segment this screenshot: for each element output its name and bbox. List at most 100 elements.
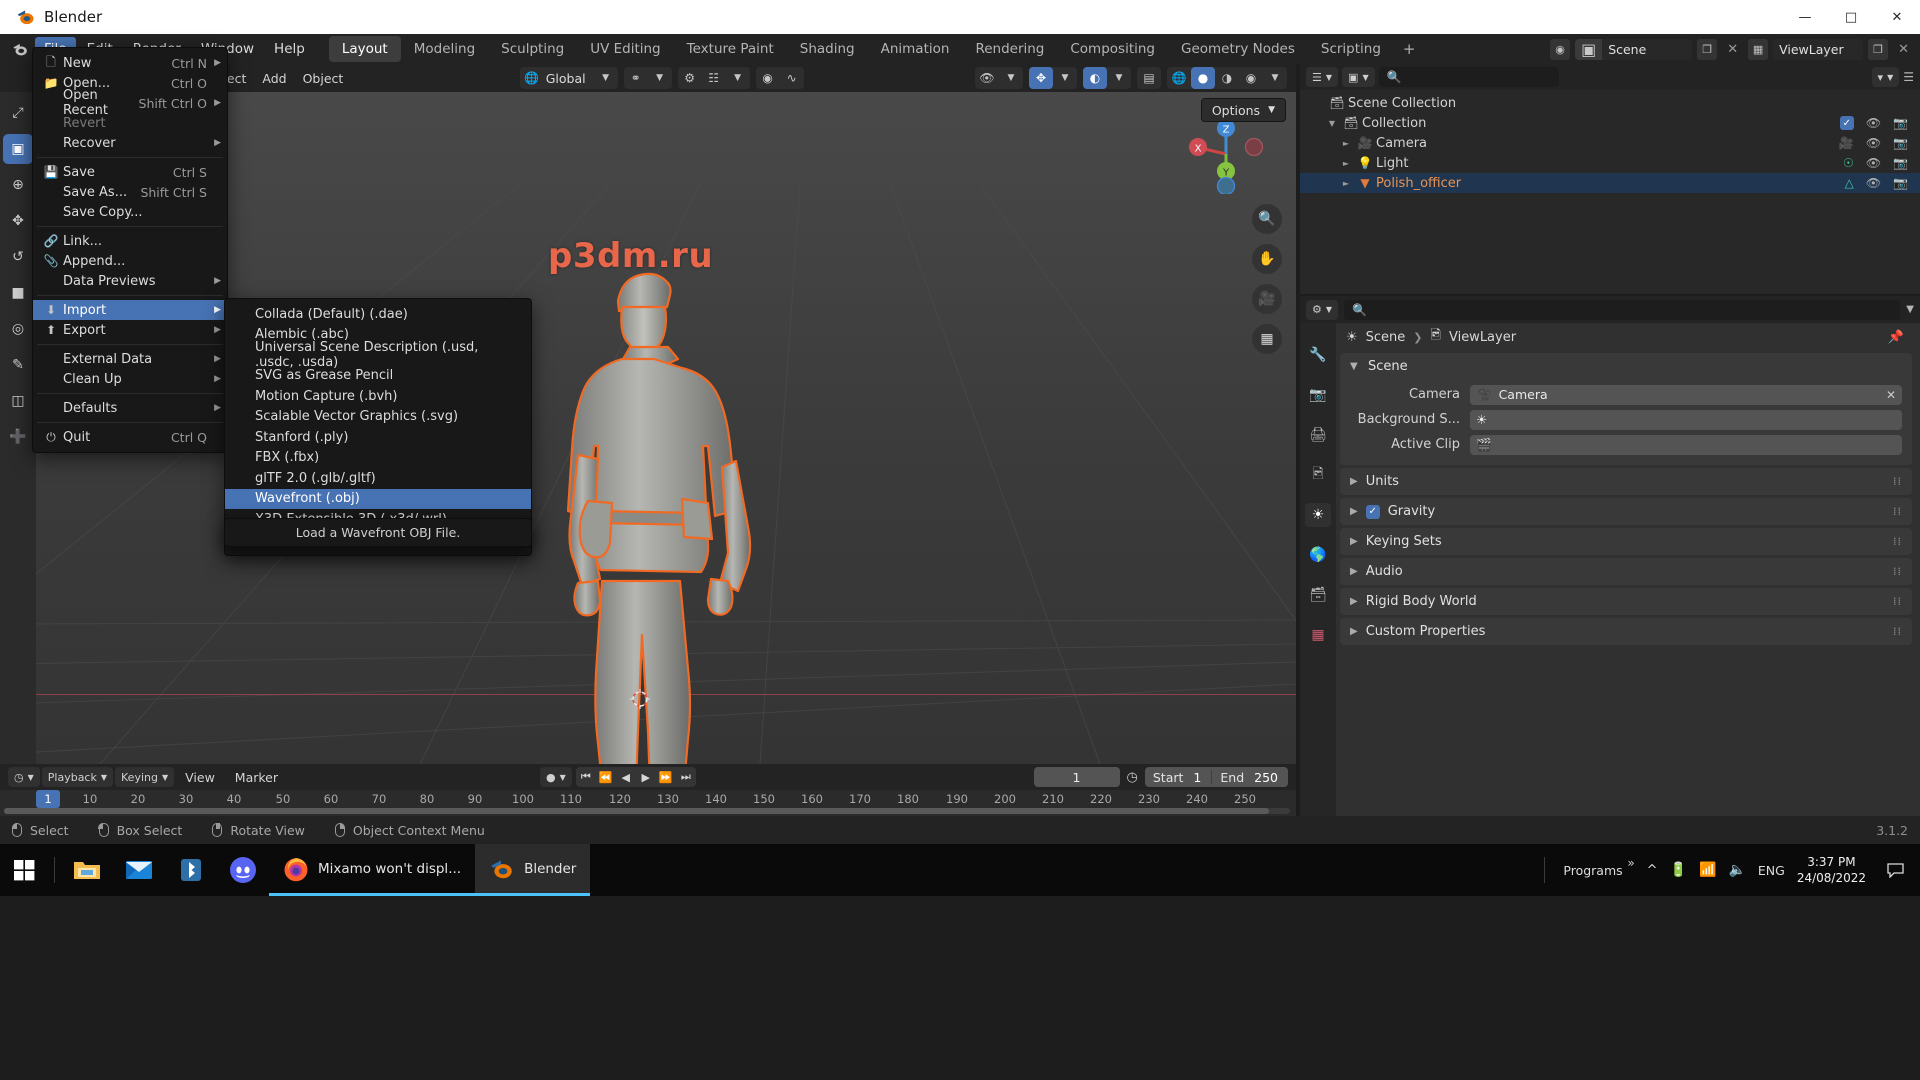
- prev-keyframe-icon[interactable]: ⏪: [596, 771, 616, 784]
- workspace-tab-layout[interactable]: Layout: [329, 36, 401, 62]
- properties-editor[interactable]: ⚙ ▼ 🔍 ▼ 🔧 📷 🖨 🖻 ☀ 🌎 🗃 ▦ ☀ Scene ❯ 🖻: [1300, 296, 1920, 816]
- panel-drag-handle[interactable]: ⁞⁞: [1893, 475, 1902, 488]
- tool-cursor-icon[interactable]: ⊕: [3, 170, 33, 200]
- pan-hand-icon[interactable]: ✋: [1252, 244, 1282, 274]
- panel-drag-handle[interactable]: ⁞⁞: [1893, 595, 1902, 608]
- start-frame-value[interactable]: 1: [1191, 770, 1211, 785]
- current-frame-field[interactable]: 1: [1034, 767, 1120, 787]
- camera-field-input[interactable]: 🎥 Camera ✕: [1470, 385, 1902, 405]
- pin-icon[interactable]: 📌: [1888, 330, 1910, 345]
- collection-checkbox[interactable]: ✓: [1840, 116, 1854, 130]
- viewport-menu-add[interactable]: Add: [254, 68, 294, 89]
- outliner-editor[interactable]: ☰ ▼ ▣ ▼ 🔍 ▾ ▼ ☰ 🗃 Scene Collection: [1300, 64, 1920, 294]
- snap-magnet-icon[interactable]: ⚭: [624, 67, 648, 89]
- language-indicator[interactable]: ENG: [1758, 863, 1785, 878]
- play-icon[interactable]: ▶: [636, 771, 656, 784]
- soldier-3d-model[interactable]: [530, 229, 820, 764]
- tab-collection-icon[interactable]: 🗃: [1305, 583, 1331, 607]
- eye-icon[interactable]: 👁: [1866, 116, 1881, 130]
- camera-view-icon[interactable]: 🎥: [1252, 284, 1282, 314]
- file-menu-item-data-previews[interactable]: Data Previews ▶: [33, 271, 227, 291]
- outliner-search-input[interactable]: 🔍: [1379, 67, 1559, 87]
- file-menu-item-external-data[interactable]: External Data ▶: [33, 349, 227, 369]
- minimize-button[interactable]: —: [1782, 0, 1828, 34]
- outliner-filter-button[interactable]: ▾ ▼: [1872, 67, 1900, 87]
- start-button[interactable]: [0, 844, 48, 896]
- light-data-icon[interactable]: ☉: [1843, 156, 1854, 170]
- tab-world-icon[interactable]: 🌎: [1305, 543, 1331, 567]
- close-button[interactable]: ✕: [1874, 0, 1920, 34]
- toggle-perspective-icon[interactable]: ▦: [1252, 324, 1282, 354]
- properties-search-input[interactable]: 🔍: [1344, 300, 1900, 320]
- viewlayer-browse-icon[interactable]: ▦: [1748, 39, 1768, 60]
- xray-group[interactable]: ▤: [1137, 67, 1161, 89]
- expand-triangle-icon[interactable]: ►: [1338, 139, 1354, 148]
- background-scene-input[interactable]: ☀: [1470, 410, 1902, 430]
- outliner-display-mode-selector[interactable]: ▣ ▼: [1342, 67, 1375, 87]
- visibility-group[interactable]: 👁 ▼: [975, 67, 1023, 89]
- file-menu-item-clean-up[interactable]: Clean Up ▶: [33, 369, 227, 389]
- falloff-icon[interactable]: ∿: [780, 67, 804, 89]
- tab-scene-icon[interactable]: ☀: [1305, 503, 1331, 527]
- tool-transform-icon[interactable]: ◎: [3, 314, 33, 344]
- import-item-collada[interactable]: Collada (Default) (.dae): [225, 304, 531, 325]
- scene-panel-header[interactable]: ▼ Scene: [1340, 353, 1912, 379]
- viewport-options-button[interactable]: Options ▼: [1201, 98, 1286, 122]
- tool-tweak-icon[interactable]: ⤢: [3, 98, 33, 128]
- file-menu-item-defaults[interactable]: Defaults ▶: [33, 398, 227, 418]
- file-menu-item-open-recent[interactable]: Open Recent Shift Ctrl O ▶: [33, 93, 227, 113]
- timeline-menu-keying[interactable]: Keying ▼: [115, 767, 174, 787]
- maximize-button[interactable]: □: [1828, 0, 1874, 34]
- scene-browse-icon[interactable]: ◉: [1550, 39, 1570, 60]
- auto-keying-toggle[interactable]: ● ▼: [540, 767, 572, 787]
- taskbar-clock[interactable]: 3:37 PM 24/08/2022: [1797, 854, 1866, 886]
- file-menu-item-save-copy[interactable]: Save Copy...: [33, 202, 227, 222]
- tab-texture-icon[interactable]: ▦: [1305, 623, 1331, 647]
- workspace-tab-compositing[interactable]: Compositing: [1057, 36, 1168, 62]
- use-preview-range-icon[interactable]: ◷: [1124, 770, 1141, 785]
- panel-keying-sets[interactable]: ▶ Keying Sets ⁞⁞: [1340, 528, 1912, 555]
- file-menu-item-quit[interactable]: ⏻ Quit Ctrl Q: [33, 427, 227, 447]
- workspace-tab-sculpting[interactable]: Sculpting: [488, 36, 577, 62]
- eye-icon[interactable]: 👁: [1866, 176, 1881, 190]
- mail-icon[interactable]: [113, 844, 165, 896]
- navigation-gizmo[interactable]: Z X Y: [1186, 114, 1266, 194]
- tray-programs[interactable]: Programs »: [1563, 863, 1634, 878]
- outliner-row-camera[interactable]: ► 🎥 Camera 🎥 👁 📷: [1300, 133, 1920, 153]
- panel-drag-handle[interactable]: ⁞⁞: [1893, 565, 1902, 578]
- timeline-editor-type-selector[interactable]: ◷ ▼: [8, 767, 40, 787]
- timeline-menu-marker[interactable]: Marker: [226, 767, 287, 788]
- bluetooth-icon[interactable]: [165, 844, 217, 896]
- breadcrumb-viewlayer[interactable]: ViewLayer: [1449, 330, 1516, 345]
- transform-orientation-selector[interactable]: 🌐 Global ▼: [520, 67, 618, 89]
- battery-icon[interactable]: 🔋: [1670, 862, 1687, 878]
- workspace-tab-shading[interactable]: Shading: [787, 36, 868, 62]
- panel-audio[interactable]: ▶ Audio ⁞⁞: [1340, 558, 1912, 585]
- expand-triangle-icon[interactable]: ►: [1338, 159, 1354, 168]
- import-item-motion-capture[interactable]: Motion Capture (.bvh): [225, 386, 531, 407]
- workspace-tab-rendering[interactable]: Rendering: [962, 36, 1057, 62]
- frame-range-fields[interactable]: Start 1 End 250: [1145, 767, 1288, 787]
- visibility-eye-icon[interactable]: 👁: [975, 67, 999, 89]
- new-scene-button[interactable]: ❐: [1697, 39, 1717, 60]
- chevron-down-icon[interactable]: ▼: [648, 67, 672, 89]
- file-menu-item-append[interactable]: 📎 Append...: [33, 251, 227, 271]
- file-menu-item-new[interactable]: 🗋 New Ctrl N ▶: [33, 53, 227, 73]
- import-item-gltf[interactable]: glTF 2.0 (.glb/.gltf): [225, 468, 531, 489]
- camera-render-icon[interactable]: 📷: [1893, 136, 1908, 150]
- tool-annotate-icon[interactable]: ✎: [3, 350, 33, 380]
- outliner-row-collection[interactable]: ▼ 🗃 Collection ✓ 👁 📷: [1300, 113, 1920, 133]
- play-reverse-icon[interactable]: ◀: [616, 771, 636, 784]
- properties-editor-type-selector[interactable]: ⚙ ▼: [1306, 300, 1338, 320]
- transport-controls[interactable]: ⏮ ⏪ ◀ ▶ ⏩ ⏭: [576, 767, 696, 787]
- chevron-down-icon[interactable]: ▼: [1053, 67, 1077, 89]
- import-item-svg[interactable]: Scalable Vector Graphics (.svg): [225, 407, 531, 428]
- timeline-editor[interactable]: ◷ ▼ Playback ▼ Keying ▼ View Marker ● ▼ …: [0, 764, 1296, 816]
- file-explorer-icon[interactable]: [61, 844, 113, 896]
- shading-group[interactable]: 🌐 ● ◑ ◉ ▼: [1167, 67, 1287, 89]
- outliner-row-scene-collection[interactable]: 🗃 Scene Collection: [1300, 93, 1920, 113]
- snap-options-icon[interactable]: ☷: [702, 67, 726, 89]
- blender-icon[interactable]: [6, 41, 34, 58]
- material-preview-icon[interactable]: ◑: [1215, 67, 1239, 89]
- menu-help[interactable]: Help: [265, 37, 314, 61]
